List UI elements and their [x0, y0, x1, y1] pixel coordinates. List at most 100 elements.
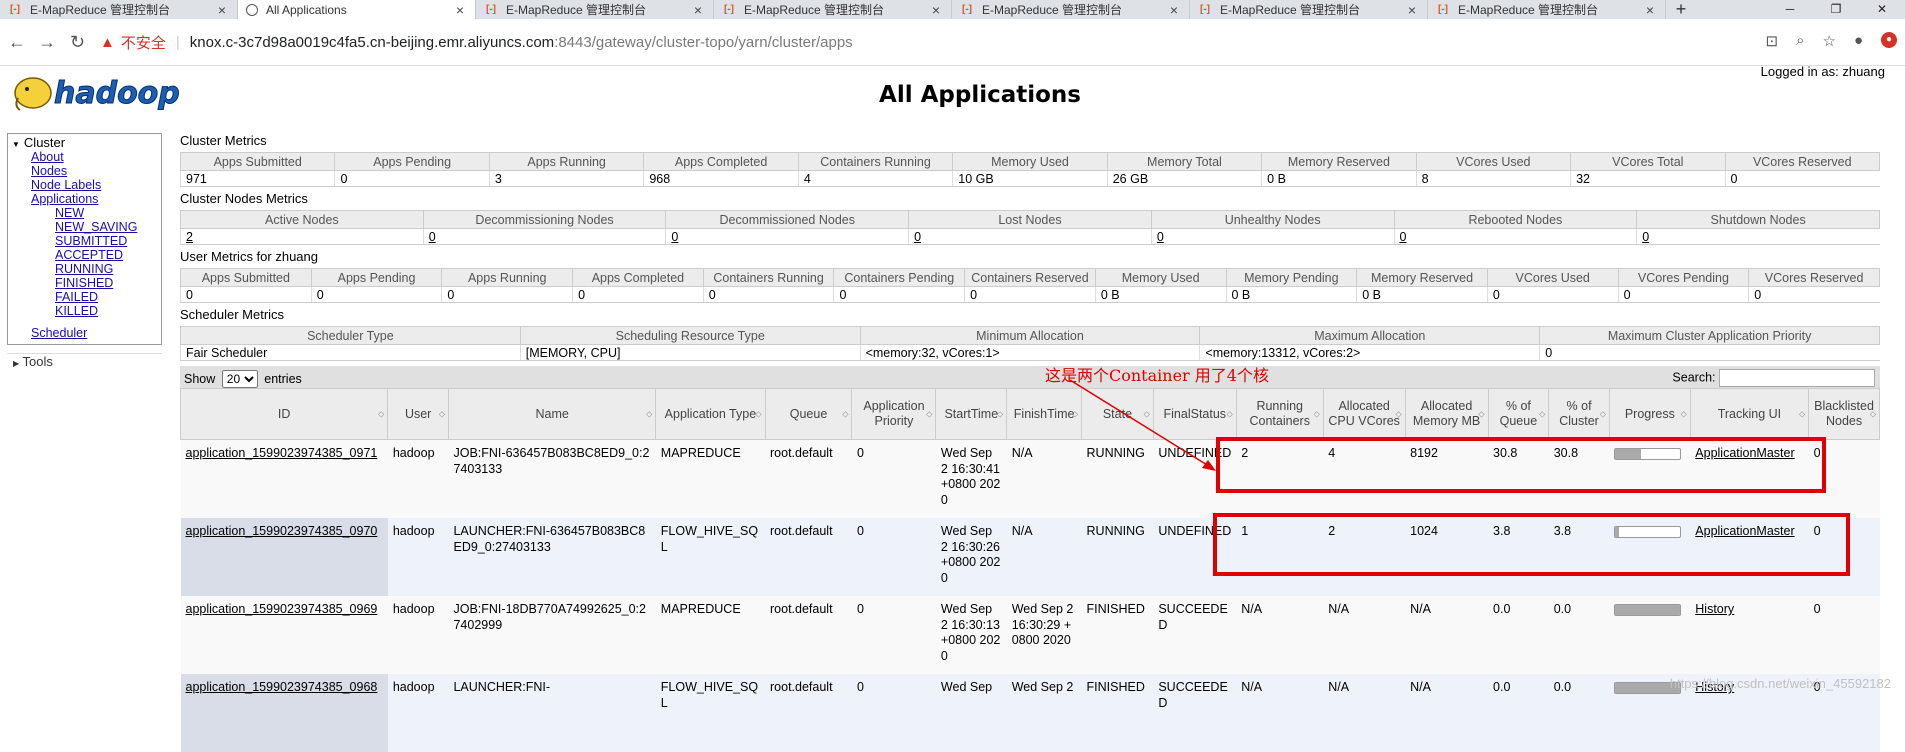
column-header[interactable]: Queue ◇: [764, 388, 853, 440]
close-tab-icon[interactable]: ×: [1405, 2, 1419, 18]
metrics-value-row: 971 0 3 968 4 10 GB 26 GB 0 B 8 32 0: [179, 170, 1880, 187]
column-header[interactable]: Application Priority ◇: [851, 388, 937, 440]
metrics-value-link[interactable]: 0: [914, 230, 921, 244]
browser-tab[interactable]: [-] E-MapReduce 管理控制台 ×: [952, 0, 1190, 19]
column-header[interactable]: Running Containers ◇: [1235, 388, 1324, 440]
reload-icon[interactable]: ↻: [70, 32, 85, 53]
metrics-header-cell: VCores Total: [1570, 152, 1726, 171]
search-input[interactable]: [1719, 369, 1875, 387]
metrics-value-link[interactable]: 0: [1642, 230, 1649, 244]
sidebar-state-new_saving[interactable]: NEW_SAVING: [8, 220, 161, 234]
globe-icon: [246, 3, 258, 16]
close-tab-icon[interactable]: ×: [691, 2, 705, 18]
metrics-header-cell: Memory Total: [1106, 152, 1263, 171]
metrics-value-link[interactable]: 2: [186, 230, 193, 244]
minimize-icon[interactable]: ─: [1767, 0, 1813, 19]
column-header[interactable]: User ◇: [387, 388, 449, 440]
sidebar-item-scheduler[interactable]: Scheduler: [8, 326, 161, 340]
column-header[interactable]: Allocated Memory MB ◇: [1404, 388, 1489, 440]
browser-tab[interactable]: [-] E-MapReduce 管理控制台 ×: [1428, 0, 1666, 19]
cell-user: hadoop: [387, 674, 449, 752]
sidebar-state-new[interactable]: NEW: [8, 206, 161, 220]
column-header[interactable]: Tracking UI ◇: [1689, 388, 1810, 440]
restore-icon[interactable]: ❐: [1813, 0, 1859, 19]
close-tab-icon[interactable]: ×: [453, 2, 467, 18]
sidebar-tools[interactable]: ▶ Tools: [7, 353, 162, 369]
extension-icon[interactable]: ●: [1881, 32, 1897, 48]
sidebar-cluster-header[interactable]: ▼ Cluster: [8, 135, 161, 150]
application-id-link[interactable]: application_1599023974385_0971: [186, 446, 378, 460]
sort-icon: ◇: [1680, 409, 1687, 419]
metrics-value-cell: 0: [334, 170, 490, 187]
sidebar-item-nodes[interactable]: Nodes: [8, 164, 161, 178]
metrics-value-cell: 0: [180, 286, 312, 303]
metrics-header-cell: Apps Running: [441, 268, 574, 287]
column-header[interactable]: Progress ◇: [1608, 388, 1691, 440]
column-header[interactable]: % of Queue ◇: [1487, 388, 1550, 440]
close-tab-icon[interactable]: ×: [929, 2, 943, 18]
metrics-header-cell: Apps Completed: [643, 152, 799, 171]
zoom-icon[interactable]: ⌕: [1796, 32, 1804, 50]
url-field[interactable]: ▲ 不安全 | knox.c-3c7d98a0019c4fa5.cn-beiji…: [100, 28, 1775, 56]
metrics-value-link[interactable]: 0: [671, 230, 678, 244]
column-header-label: Allocated CPU VCores: [1328, 399, 1400, 428]
cell-id: application_1599023974385_0970: [180, 518, 388, 596]
column-header[interactable]: ID ◇: [179, 388, 389, 440]
column-header-label: StartTime: [944, 406, 999, 421]
cell-pct_queue: 0.0: [1488, 674, 1549, 752]
metrics-header-cell: Apps Completed: [572, 268, 704, 287]
cell-start: Wed Sep: [935, 674, 1007, 752]
metrics-value-link[interactable]: 0: [1157, 230, 1164, 244]
sidebar-state-killed[interactable]: KILLED: [8, 304, 161, 318]
metrics-header-cell: VCores Used: [1415, 152, 1572, 171]
browser-tab[interactable]: [-] E-MapReduce 管理控制台 ×: [0, 0, 238, 19]
translate-icon[interactable]: ⊡: [1766, 32, 1779, 50]
sidebar-tools-label: Tools: [22, 354, 53, 369]
metrics-header-cell: Rebooted Nodes: [1393, 210, 1638, 229]
browser-tab[interactable]: [-] E-MapReduce 管理控制台 ×: [476, 0, 714, 19]
address-bar-icons: ⊡ ⌕ ☆ ● ●: [1766, 32, 1897, 50]
browser-tab[interactable]: [-] E-MapReduce 管理控制台 ×: [1190, 0, 1428, 19]
close-tab-icon[interactable]: ×: [1643, 2, 1657, 18]
metrics-value-cell: 0: [1748, 286, 1880, 303]
application-id-link[interactable]: application_1599023974385_0970: [186, 524, 378, 538]
sidebar-state-submitted[interactable]: SUBMITTED: [8, 234, 161, 248]
sidebar-item-node-labels[interactable]: Node Labels: [8, 178, 161, 192]
metrics-value-cell: 0: [908, 228, 1152, 245]
column-header[interactable]: Application Type ◇: [655, 388, 766, 440]
column-header[interactable]: % of Cluster ◇: [1548, 388, 1610, 440]
sort-icon: ◇: [1313, 409, 1320, 419]
bookmark-star-icon[interactable]: ☆: [1822, 32, 1835, 50]
profile-icon[interactable]: ●: [1854, 32, 1863, 50]
column-header[interactable]: Allocated CPU VCores ◇: [1322, 388, 1406, 440]
metrics-value-link[interactable]: 0: [1400, 230, 1407, 244]
aliyun-favicon-icon: [-]: [1200, 4, 1210, 15]
metrics-value-cell: 0: [1393, 228, 1637, 245]
new-tab-icon[interactable]: +: [1666, 0, 1696, 19]
column-header[interactable]: Name ◇: [447, 388, 657, 440]
browser-tab[interactable]: [-] E-MapReduce 管理控制台 ×: [714, 0, 952, 19]
sidebar-state-accepted[interactable]: ACCEPTED: [8, 248, 161, 262]
sidebar-item-about[interactable]: About: [8, 150, 161, 164]
close-tab-icon[interactable]: ×: [1167, 2, 1181, 18]
sidebar-state-finished[interactable]: FINISHED: [8, 276, 161, 290]
close-window-icon[interactable]: ✕: [1859, 0, 1905, 19]
entries-select[interactable]: 20: [221, 370, 258, 388]
close-tab-icon[interactable]: ×: [215, 2, 229, 18]
browser-tab[interactable]: All Applications ×: [238, 0, 476, 19]
sidebar-item-applications[interactable]: Applications: [8, 192, 161, 206]
tracking-ui-link[interactable]: History: [1695, 602, 1734, 616]
application-id-link[interactable]: application_1599023974385_0968: [186, 680, 378, 694]
metrics-value-link[interactable]: 0: [429, 230, 436, 244]
column-header[interactable]: Blacklisted Nodes ◇: [1808, 388, 1880, 440]
back-icon[interactable]: ←: [8, 32, 26, 53]
sidebar-state-failed[interactable]: FAILED: [8, 290, 161, 304]
search-control: Search:: [1672, 369, 1875, 387]
forward-icon[interactable]: →: [38, 32, 56, 53]
column-header[interactable]: StartTime ◇: [935, 388, 1008, 440]
page-title: All Applications: [879, 82, 1081, 108]
application-id-link[interactable]: application_1599023974385_0969: [186, 602, 378, 616]
cell-start: Wed Sep 2 16:30:41 +0800 2020: [935, 439, 1007, 518]
metrics-header-cell: Containers Pending: [833, 268, 966, 287]
sidebar-state-running[interactable]: RUNNING: [8, 262, 161, 276]
